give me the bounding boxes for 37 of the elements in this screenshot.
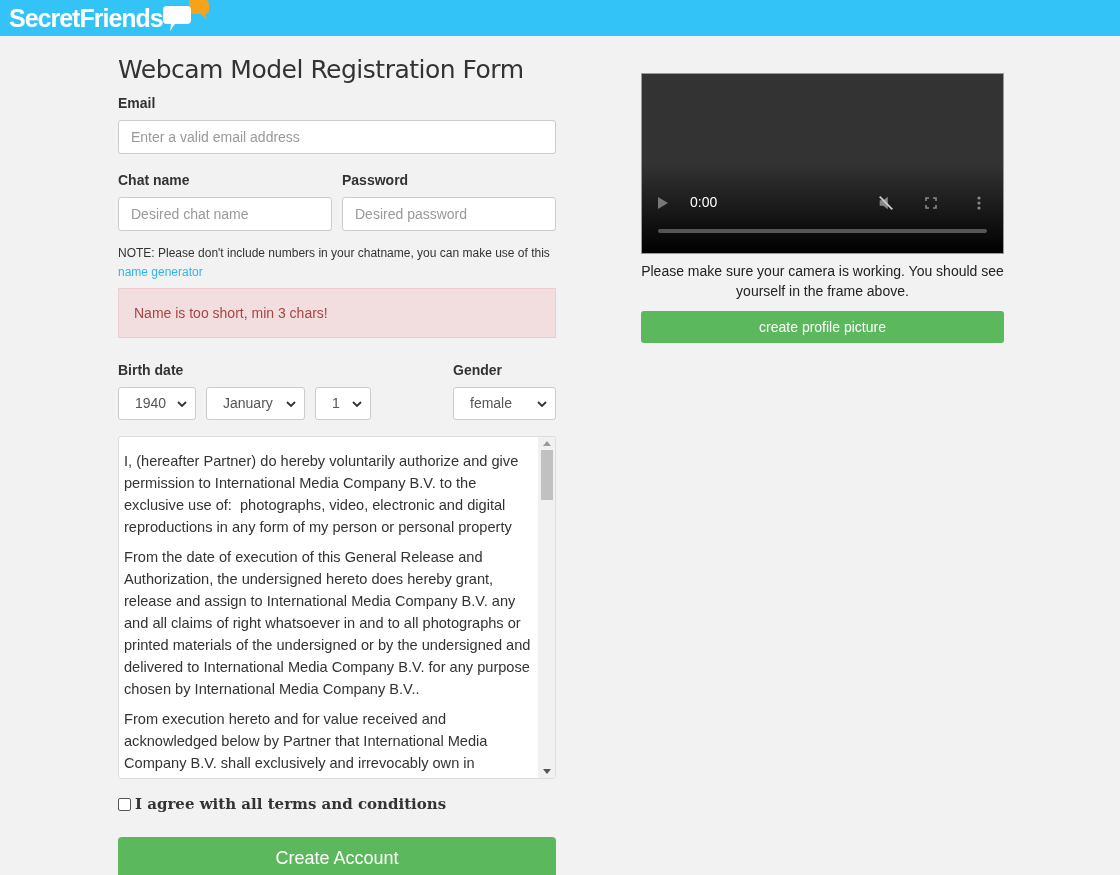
- scrollbar[interactable]: [538, 437, 555, 778]
- day-select[interactable]: 1: [315, 387, 371, 420]
- progress-track[interactable]: [658, 229, 987, 233]
- chat-name-field[interactable]: Desired chat name: [118, 197, 332, 231]
- chevron-icon: [537, 400, 547, 407]
- month-select[interactable]: January: [206, 387, 305, 420]
- terms-paragraph: From execution hereto and for value received and acknowledged below by Partner that International Media Company B.V. shall exclusively and irrevocably own in: [124, 710, 489, 773]
- scroll-down-icon[interactable]: [542, 769, 551, 774]
- fullscreen-icon[interactable]: [925, 196, 937, 209]
- field-label: Gender: [453, 361, 503, 380]
- terms-paragraph: From the date of execution of this General Release and Authorization, the undersigned hereto does hereby grant, release and assign to International Media Company B.V. any and all claims of right whatsoever in and to all photographs or printed materials of the undersigned or by the undersigned and delivered to International Media Company B.V. for any purpose chosen by International Media Company B.V..: [124, 548, 532, 699]
- video-player[interactable]: 0:00: [641, 73, 1004, 254]
- chevron-icon: [286, 400, 296, 407]
- field-label: Email: [118, 94, 157, 113]
- scrollbar-thumb[interactable]: [540, 450, 553, 500]
- field-label: Password: [342, 171, 410, 190]
- note-text: NOTE: Please don't include numbers in your chatname, you can make use of this name generator: [118, 245, 551, 281]
- scroll-up-icon[interactable]: [542, 441, 551, 446]
- password-field[interactable]: Desired password: [342, 197, 556, 231]
- email-field[interactable]: Enter a valid email address: [118, 120, 556, 154]
- terms-box[interactable]: [118, 436, 556, 779]
- agree-checkbox[interactable]: [118, 797, 131, 811]
- video-time: 0:00: [690, 193, 718, 212]
- camera-hint: Please make sure your camera is working. You should see yourself in the frame above.: [641, 262, 1004, 301]
- field-label: Birth date: [118, 361, 185, 380]
- chevron-icon: [352, 400, 362, 407]
- gender-select[interactable]: female: [453, 387, 556, 420]
- form-title: Webcam Model Registration Form: [118, 55, 525, 85]
- more-icon[interactable]: [977, 195, 981, 210]
- error-alert: Name is too short, min 3 chars!: [118, 288, 556, 338]
- agree-label: I agree with all terms and conditions: [135, 794, 447, 815]
- chevron-icon: [177, 400, 187, 407]
- play-icon[interactable]: [658, 196, 668, 209]
- field-label: Chat name: [118, 171, 191, 190]
- speaker-icon[interactable]: [877, 193, 895, 212]
- terms-paragraph: I, (hereafter Partner) do hereby voluntarily authorize and give permission to International Media Company B.V. to the exclusive use of: photographs, video, electronic and digital reproductions in any form of my person or personal property: [124, 452, 520, 537]
- year-select[interactable]: 1940: [118, 387, 196, 420]
